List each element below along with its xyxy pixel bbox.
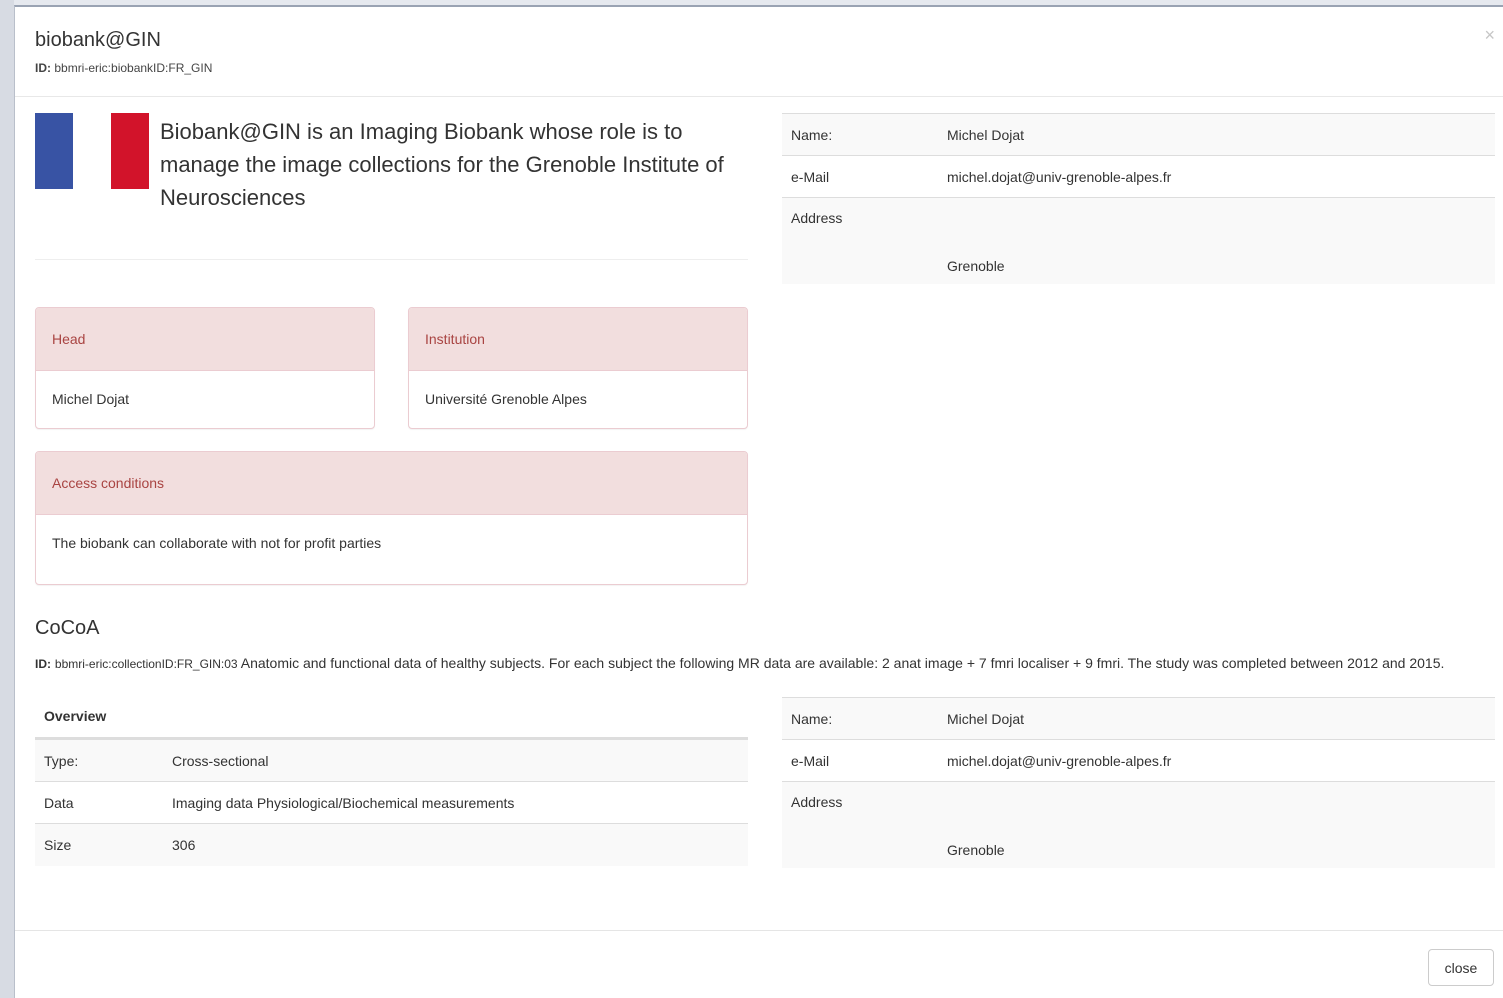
divider [35, 259, 748, 260]
overview-data-value: Imaging data Physiological/Biochemical m… [163, 781, 748, 824]
collection-contact-name-label: Name: [782, 697, 938, 740]
biobank-modal: biobank@GIN ID: bbmri-eric:biobankID:FR_… [14, 5, 1503, 998]
access-conditions-title: Access conditions [36, 452, 747, 515]
biobank-description: Biobank@GIN is an Imaging Biobank whose … [160, 119, 724, 210]
biobank-id-value: bbmri-eric:biobankID:FR_GIN [54, 61, 213, 75]
access-conditions-panel: Access conditions The biobank can collab… [35, 451, 748, 585]
collection-description-text: Anatomic and functional data of healthy … [240, 655, 1445, 671]
collection-description: ID: bbmri-eric:collectionID:FR_GIN:03 An… [35, 652, 1480, 676]
biobank-contact-table: Name: Michel Dojat e-Mail michel.dojat@u… [782, 113, 1495, 284]
head-panel-title: Head [36, 308, 374, 371]
contact-address-label: Address [782, 197, 938, 284]
flag-stripe-blue [35, 113, 73, 189]
overview-data-label: Data [35, 781, 163, 824]
overview-type-value: Cross-sectional [163, 739, 748, 782]
collection-contact-row-name: Name: Michel Dojat [782, 697, 1495, 740]
collection-contact-table: Name: Michel Dojat e-Mail michel.dojat@u… [782, 697, 1495, 868]
flag-stripe-red [111, 113, 149, 189]
close-x-icon[interactable]: × [1484, 25, 1495, 46]
overview-heading: Overview [35, 705, 748, 739]
contact-email-value: michel.dojat@univ-grenoble-alpes.fr [938, 155, 1495, 198]
overview-table: Type: Cross-sectional Data Imaging data … [35, 739, 748, 866]
head-panel: Head Michel Dojat [35, 307, 375, 429]
modal-title: biobank@GIN [35, 29, 161, 51]
collection-contact-row-address: Address Grenoble [782, 781, 1495, 868]
collection-id-label: ID: [35, 657, 51, 671]
collection-contact-row-email: e-Mail michel.dojat@univ-grenoble-alpes.… [782, 739, 1495, 782]
contact-email-label: e-Mail [782, 155, 938, 198]
institution-panel: Institution Université Grenoble Alpes [408, 307, 748, 429]
collection-contact-email-value: michel.dojat@univ-grenoble-alpes.fr [938, 739, 1495, 782]
overview-row: Type: Cross-sectional [35, 739, 748, 782]
head-panel-value: Michel Dojat [52, 391, 130, 407]
institution-panel-value: Université Grenoble Alpes [425, 391, 587, 407]
overview-row: Size 306 [35, 823, 748, 866]
collection-contact-name-value: Michel Dojat [938, 697, 1495, 740]
contact-address-value: Grenoble [938, 197, 1495, 284]
overview-type-label: Type: [35, 739, 163, 782]
collection-title: CoCoA [35, 617, 100, 639]
collection-contact-address-label: Address [782, 781, 938, 868]
overview-size-label: Size [35, 823, 163, 866]
close-button[interactable]: close [1428, 949, 1494, 986]
collection-id-value: bbmri-eric:collectionID:FR_GIN:03 [54, 657, 238, 671]
contact-row-address: Address Grenoble [782, 197, 1495, 284]
page-backdrop [0, 0, 14, 998]
contact-name-value: Michel Dojat [938, 113, 1495, 156]
biobank-id-label: ID: [35, 61, 51, 75]
contact-row-name: Name: Michel Dojat [782, 113, 1495, 156]
access-conditions-value: The biobank can collaborate with not for… [52, 535, 382, 551]
contact-name-label: Name: [782, 113, 938, 156]
flag-stripe-white [73, 113, 111, 189]
overview-size-value: 306 [163, 823, 748, 866]
overview-row: Data Imaging data Physiological/Biochemi… [35, 781, 748, 824]
institution-panel-title: Institution [409, 308, 747, 371]
collection-contact-email-label: e-Mail [782, 739, 938, 782]
contact-row-email: e-Mail michel.dojat@univ-grenoble-alpes.… [782, 155, 1495, 198]
biobank-id: ID: bbmri-eric:biobankID:FR_GIN [35, 61, 212, 75]
france-flag-icon [35, 113, 149, 189]
collection-contact-address-value: Grenoble [938, 781, 1495, 868]
modal-footer: close [15, 930, 1503, 998]
modal-header: biobank@GIN ID: bbmri-eric:biobankID:FR_… [15, 7, 1503, 97]
